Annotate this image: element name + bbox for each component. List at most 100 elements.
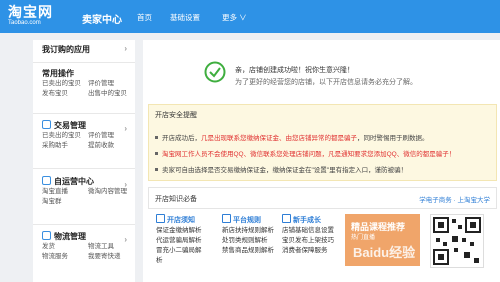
list-item: 冒充小二骗局解析: [156, 246, 206, 264]
list-item: 代运营骗局解析: [156, 236, 206, 246]
article-link[interactable]: 处罚类规则解析: [222, 236, 268, 246]
taobao-logo[interactable]: 淘宝网 Taobao.com: [8, 5, 53, 27]
watermark: Baidu经验: [353, 245, 416, 260]
nav-more[interactable]: 更多 ∨: [222, 12, 247, 23]
list-item: 物流服务 我要寄快递: [33, 252, 135, 262]
truck-icon: [42, 231, 51, 240]
knowledge-header: 开店知识必备 学电子商务 · 上淘宝大学: [148, 187, 497, 209]
nav-basic-settings[interactable]: 基础设置: [170, 12, 200, 23]
list-item: 采购助手 提前收款: [33, 141, 135, 151]
chevron-right-icon: ›: [124, 124, 127, 133]
list-item: 发货 物流工具: [33, 242, 135, 252]
chevron-right-icon: ›: [124, 235, 127, 244]
article-link[interactable]: 保证金缴纳解析: [156, 226, 206, 236]
notice-text: 开店成功后，: [162, 135, 201, 142]
logo-sub: Taobao.com: [8, 20, 41, 26]
column-title: 开店须知: [167, 217, 195, 224]
nav-home[interactable]: 首页: [137, 12, 152, 23]
divider: [33, 168, 135, 169]
section-title-row[interactable]: 交易管理 ›: [33, 120, 135, 133]
article-link[interactable]: 代运营骗局解析: [156, 236, 206, 246]
main-panel: 亲，店铺创建成功啦！祝你生意兴隆！ 为了更好的经营您的店铺，以下开店信息请务必充…: [143, 40, 500, 282]
article-link[interactable]: 消费者保障服务: [282, 246, 328, 256]
article-link[interactable]: 冒充小二骗局解析: [156, 246, 206, 266]
section-common-ops: 常用操作 已卖出的宝贝 评价管理 发布宝贝 出售中的宝贝: [33, 68, 135, 99]
check-circle-icon: [204, 61, 226, 83]
notice-warning: 淘宝网工作人员不会使用QQ、微信联系您处理店铺问题，凡是通知要求您添加QQ、微信…: [162, 151, 456, 158]
section-title-row[interactable]: 物流管理 ›: [33, 231, 135, 244]
knowledge-title: 开店知识必备: [155, 196, 197, 203]
section-title: 物流管理: [54, 232, 86, 241]
link-ship[interactable]: 发货: [42, 242, 88, 252]
divider: [33, 62, 135, 63]
section-trade-mgmt: 交易管理 › 已卖出的宝贝 评价管理 采购助手 提前收款: [33, 120, 135, 151]
divider: [33, 113, 135, 114]
notice-title: 开店安全提醒: [155, 112, 197, 119]
my-apps-header[interactable]: 我订购的应用 ›: [33, 40, 135, 60]
column-title-row: 开店须知: [156, 214, 206, 226]
sidebar: 我订购的应用 › 常用操作 已卖出的宝贝 评价管理 发布宝贝 出售中的宝贝 交易管理…: [33, 40, 135, 282]
notice-line: 淘宝网工作人员不会使用QQ、微信联系您处理店铺问题，凡是通知要求您添加QQ、微信…: [155, 148, 455, 158]
growth-icon: [282, 214, 291, 223]
chat-icon: [42, 176, 51, 185]
column-title-row: 平台规则: [222, 214, 274, 226]
course-ad-banner[interactable]: 精品课程推荐 热门直播 Baidu经验: [345, 214, 420, 266]
column-newbie-growth: 新手成长 店铺基础信息设置 宝贝发布上架技巧 消费者保障服务: [282, 214, 334, 256]
trade-icon: [42, 120, 51, 129]
list-item: 淘宝群: [33, 197, 135, 207]
notice-line: 开店成功后，几是出现联系您缴纳保证金、由您店铺异常的都是骗子，同时警惕用于刷数据…: [155, 132, 429, 142]
link-logistics-tools[interactable]: 物流工具: [88, 242, 134, 252]
taobao-university-link[interactable]: 学电子商务 · 上淘宝大学: [419, 194, 490, 204]
link-on-sale-items[interactable]: 出售中的宝贝: [88, 89, 134, 99]
section-self-operation: 自运营中心 › 淘宝直播 微淘内容管理 淘宝群: [33, 176, 135, 207]
article-link[interactable]: 新店扶持规则解析: [222, 226, 274, 236]
list-item: 保证金缴纳解析: [156, 226, 206, 236]
link-publish-item[interactable]: 发布宝贝: [42, 89, 88, 99]
list-item: 已卖出的宝贝 评价管理: [33, 79, 135, 89]
link-sold-items[interactable]: 已卖出的宝贝: [42, 131, 88, 141]
shield-icon: [156, 214, 165, 223]
link-logistics-service[interactable]: 物流服务: [42, 252, 88, 262]
article-link[interactable]: 禁售商品规则解析: [222, 246, 274, 256]
chevron-right-icon: ›: [124, 180, 127, 189]
knowledge-panel: 开店知识必备 学电子商务 · 上淘宝大学 开店须知 保证金缴纳解析 代运营骗局解…: [148, 187, 497, 282]
section-title: 自运营中心: [54, 177, 94, 186]
divider: [33, 224, 135, 225]
list-item: 宝贝发布上架技巧: [282, 236, 334, 246]
success-hint: 为了更好的经营您的店铺，以下开店信息请务必充分了解。: [235, 79, 417, 86]
bullet-icon: [155, 168, 158, 171]
link-taobao-group[interactable]: 淘宝群: [42, 197, 88, 207]
section-logistics: 物流管理 › 发货 物流工具 物流服务 我要寄快递: [33, 231, 135, 262]
link-sold-items[interactable]: 已卖出的宝贝: [42, 79, 88, 89]
link-send-express[interactable]: 我要寄快递: [88, 252, 134, 262]
top-bar: 淘宝网 Taobao.com 卖家中心 首页 基础设置 更多 ∨: [0, 0, 500, 33]
link-early-payment[interactable]: 提前收款: [88, 141, 134, 151]
list-item: 消费者保障服务: [282, 246, 334, 256]
security-notice: 开店安全提醒 开店成功后，几是出现联系您缴纳保证金、由您店铺异常的都是骗子，同时…: [148, 104, 497, 181]
list-item: 淘宝直播 微淘内容管理: [33, 187, 135, 197]
notice-line: 卖家可自由选择是否交易缴纳保证金，缴纳保证金在"设置"里有指定入口，谨防被骗！: [155, 164, 407, 174]
column-title: 新手成长: [293, 217, 321, 224]
article-link[interactable]: 宝贝发布上架技巧: [282, 236, 334, 246]
link-review-mgmt[interactable]: 评价管理: [88, 79, 134, 89]
column-title-row: 新手成长: [282, 214, 334, 226]
link-taobao-live[interactable]: 淘宝直播: [42, 187, 88, 197]
notice-text: 卖家可自由选择是否交易缴纳保证金，缴纳保证金在"设置"里有指定入口，谨防被骗！: [162, 167, 408, 174]
my-apps-label: 我订购的应用: [42, 45, 90, 54]
page-title: 卖家中心: [82, 15, 122, 26]
rules-icon: [222, 214, 231, 223]
link-purchase-assistant[interactable]: 采购助手: [42, 141, 88, 151]
link-weitao-content[interactable]: 微淘内容管理: [88, 187, 134, 197]
list-item: 已卖出的宝贝 评价管理: [33, 131, 135, 141]
ad-subtitle: 热门直播: [351, 235, 376, 241]
section-title: 常用操作: [42, 69, 74, 78]
link-review-mgmt[interactable]: 评价管理: [88, 131, 134, 141]
article-link[interactable]: 店铺基础信息设置: [282, 226, 334, 236]
list-item: 禁售商品规则解析: [222, 246, 274, 256]
section-title-row[interactable]: 自运营中心 ›: [33, 176, 135, 189]
section-title: 交易管理: [54, 121, 86, 130]
chevron-right-icon: ›: [124, 44, 127, 53]
success-message: 亲，店铺创建成功啦！祝你生意兴隆！: [235, 67, 354, 74]
column-platform-rules: 平台规则 新店扶持规则解析 处罚类规则解析 禁售商品规则解析: [222, 214, 274, 256]
list-item: 店铺基础信息设置: [282, 226, 334, 236]
